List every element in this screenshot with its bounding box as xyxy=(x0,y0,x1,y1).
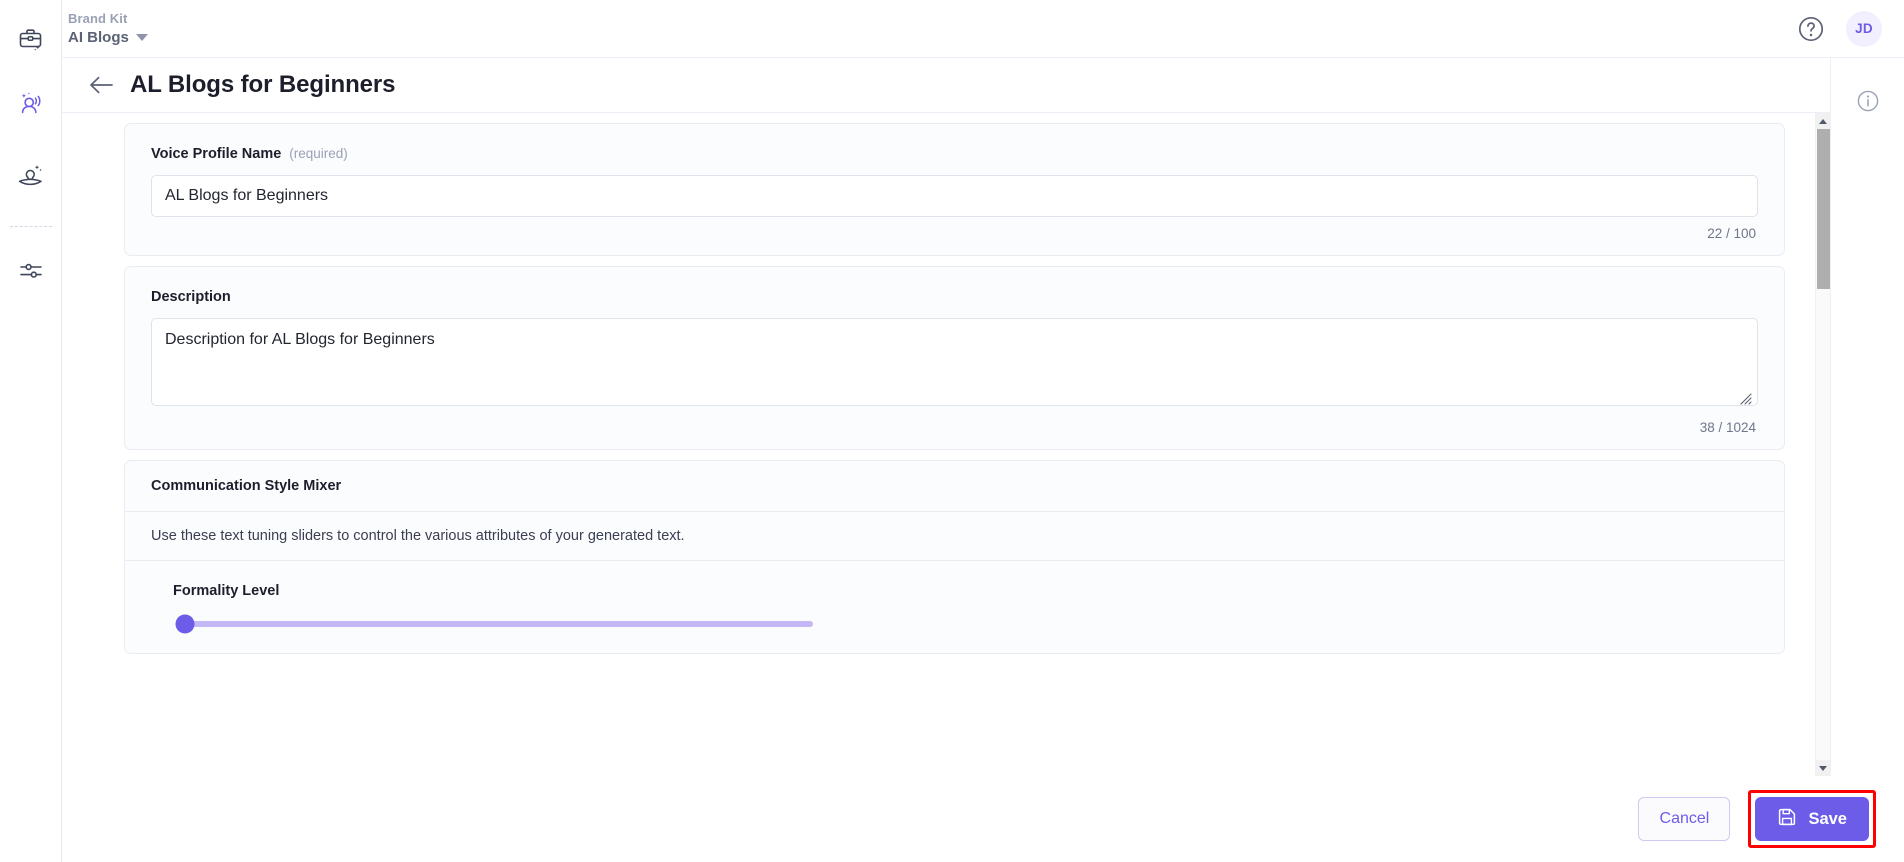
caret-up-icon[interactable] xyxy=(1815,113,1830,129)
brand-name: AI Blogs xyxy=(68,28,129,46)
caret-down-icon[interactable] xyxy=(1815,760,1830,776)
formality-level-thumb[interactable] xyxy=(175,614,195,634)
sidebar-item-brand-kit[interactable] xyxy=(0,12,62,70)
description-textarea-wrap xyxy=(151,318,1758,411)
scrollbar-gutter[interactable] xyxy=(1816,129,1831,760)
form-scroll-content: Voice Profile Name (required) 22 / 100 D… xyxy=(62,113,1815,776)
cancel-button[interactable]: Cancel xyxy=(1638,797,1731,841)
rail-divider xyxy=(9,226,52,227)
arrow-left-icon[interactable] xyxy=(84,68,118,102)
avatar[interactable]: JD xyxy=(1846,10,1882,47)
mixer-title: Communication Style Mixer xyxy=(125,461,1784,512)
name-field-required-hint: (required) xyxy=(289,146,348,161)
vertical-scrollbar[interactable] xyxy=(1815,113,1830,776)
mixer-sliders: Formality Level xyxy=(125,561,1784,653)
brand-selector[interactable]: AI Blogs xyxy=(68,28,148,47)
brand-block: Brand Kit AI Blogs xyxy=(68,11,148,47)
sliders-icon xyxy=(18,258,44,289)
description-card: Description 38 / 1024 xyxy=(124,266,1785,450)
save-button[interactable]: Save xyxy=(1755,797,1869,841)
scroll-region: Voice Profile Name (required) 22 / 100 D… xyxy=(62,113,1830,776)
body-wrap: AL Blogs for Beginners Voice Profile Nam… xyxy=(62,58,1904,776)
top-bar: Brand Kit AI Blogs JD xyxy=(62,0,1904,58)
right-info-panel xyxy=(1830,58,1904,776)
info-circle-icon[interactable] xyxy=(1853,86,1883,116)
name-character-counter: 22 / 100 xyxy=(1707,226,1756,241)
communication-style-mixer-card: Communication Style Mixer Use these text… xyxy=(124,460,1785,654)
voice-profile-name-card: Voice Profile Name (required) 22 / 100 xyxy=(124,123,1785,256)
formality-level-label: Formality Level xyxy=(173,583,280,599)
help-circle-icon[interactable] xyxy=(1794,12,1828,46)
voice-profile-name-input[interactable] xyxy=(151,175,1758,217)
sidebar-item-knowledge[interactable] xyxy=(0,142,62,214)
chevron-down-icon xyxy=(135,33,148,41)
knowledge-idea-icon xyxy=(17,162,45,195)
page-title: AL Blogs for Beginners xyxy=(130,71,396,98)
content-column: AL Blogs for Beginners Voice Profile Nam… xyxy=(62,58,1830,776)
description-character-counter: 38 / 1024 xyxy=(1699,420,1756,435)
save-button-highlight: Save xyxy=(1748,790,1876,848)
sidebar-item-settings[interactable] xyxy=(0,237,62,309)
description-label-row: Description xyxy=(151,289,1758,305)
main-column: Brand Kit AI Blogs JD AL Blogs for Begin… xyxy=(62,0,1904,862)
save-button-label: Save xyxy=(1808,809,1847,828)
description-textarea[interactable] xyxy=(151,318,1758,406)
voice-profile-icon xyxy=(17,90,45,123)
sidebar-item-voice-profiles[interactable] xyxy=(0,70,62,142)
left-nav-rail xyxy=(0,0,62,862)
page-header: AL Blogs for Beginners xyxy=(62,58,1830,113)
save-floppy-icon xyxy=(1777,807,1797,832)
briefcase-sparkle-icon xyxy=(18,26,44,57)
description-field-label: Description xyxy=(151,289,231,305)
scrollbar-thumb[interactable] xyxy=(1816,129,1830,289)
formality-level-track[interactable] xyxy=(175,614,813,634)
name-field-label: Voice Profile Name xyxy=(151,146,282,162)
mixer-description: Use these text tuning sliders to control… xyxy=(125,512,1784,561)
brand-kit-label: Brand Kit xyxy=(68,10,128,26)
formality-level-slider[interactable] xyxy=(173,614,1758,634)
form-footer: Cancel Save xyxy=(62,776,1904,862)
app-root: Brand Kit AI Blogs JD AL Blogs for Begin… xyxy=(0,0,1904,862)
name-field-label-row: Voice Profile Name (required) xyxy=(151,146,1758,162)
